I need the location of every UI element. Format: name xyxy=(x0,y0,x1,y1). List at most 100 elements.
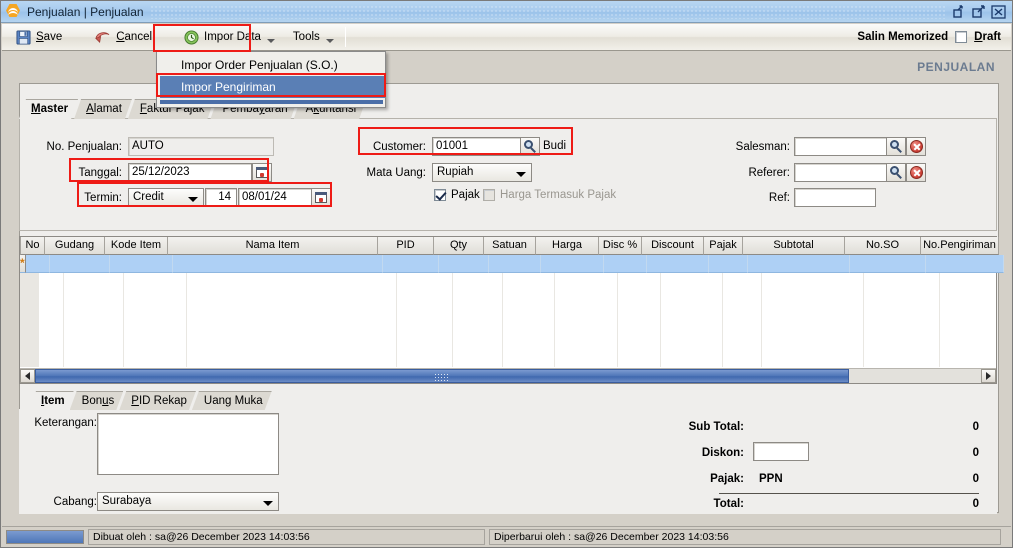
grid-header-pajak[interactable]: Pajak xyxy=(704,237,743,255)
grid-cell[interactable] xyxy=(49,255,110,273)
toolbar-divider xyxy=(344,27,346,47)
harga-termasuk-pajak-group: Harga Termasuk Pajak xyxy=(483,189,616,201)
grid-cell[interactable] xyxy=(488,255,541,273)
grid-horizontal-scrollbar[interactable] xyxy=(20,368,996,383)
grid-header-no-so[interactable]: No.SO xyxy=(845,237,921,255)
scrollbar-thumb[interactable] xyxy=(35,369,849,383)
status-indicator xyxy=(6,529,84,544)
grid-cell[interactable] xyxy=(708,255,748,273)
salin-memorized-label[interactable]: Salin Memorized xyxy=(857,31,948,43)
termin-calendar-button[interactable] xyxy=(311,188,331,207)
cancel-button[interactable]: Cancel xyxy=(86,25,160,50)
grid-header-row: No Gudang Kode Item Nama Item PID Qty Satuan Ha… xyxy=(20,237,999,255)
tanggal-calendar-button[interactable] xyxy=(252,163,272,182)
grid-header-pid[interactable]: PID xyxy=(378,237,434,255)
search-icon xyxy=(889,140,903,153)
grid-cell[interactable] xyxy=(540,255,604,273)
tab-pid-rekap[interactable]: PID Rekap xyxy=(119,391,196,410)
grid-header-disc-[interactable]: Disc % xyxy=(599,237,642,255)
grid-cell[interactable] xyxy=(382,255,439,273)
menu-item-impor-order-penjualan[interactable]: Impor Order Penjualan (S.O.) xyxy=(157,54,385,76)
grid-header-kode-item[interactable]: Kode Item xyxy=(105,237,168,255)
salesman-lookup-button[interactable] xyxy=(886,137,906,156)
tab-bonus[interactable]: Bonus xyxy=(70,391,124,410)
grid-header-nama-item[interactable]: Nama Item xyxy=(168,237,378,255)
scroll-right-button[interactable] xyxy=(981,369,996,383)
pajak-type: PPN xyxy=(759,473,783,485)
penjualan-window: Penjualan | Penjualan Save Cancel Impor … xyxy=(0,0,1013,548)
salesman-label: Salesman: xyxy=(735,141,790,153)
impor-data-menu[interactable]: Impor Order Penjualan (S.O.) Impor Pengi… xyxy=(156,51,386,108)
tanggal-field[interactable]: 25/12/2023 xyxy=(128,163,252,182)
mata-uang-select[interactable]: Rupiah xyxy=(432,163,532,182)
draft-checkbox[interactable] xyxy=(955,31,968,43)
grid-column-divider xyxy=(396,273,397,367)
pajak-checkbox-group[interactable]: Pajak xyxy=(434,189,480,201)
pajak-checkbox[interactable] xyxy=(434,189,446,201)
grid-cell[interactable] xyxy=(925,255,1004,273)
impor-data-button[interactable]: Impor Data xyxy=(176,25,283,50)
grid-empty-body[interactable] xyxy=(20,273,996,367)
maximize-icon[interactable] xyxy=(972,4,987,19)
grid-cell[interactable] xyxy=(849,255,926,273)
scroll-left-button[interactable] xyxy=(20,369,35,383)
close-icon[interactable] xyxy=(991,4,1006,19)
window-title: Penjualan | Penjualan xyxy=(27,4,144,19)
salesman-field[interactable] xyxy=(794,137,890,156)
customer-code-field[interactable]: 01001 xyxy=(432,137,524,156)
termin-select[interactable]: Credit xyxy=(128,188,204,207)
tanggal-label: Tanggal: xyxy=(78,167,122,179)
calendar-icon xyxy=(315,192,327,203)
cabang-select[interactable]: Surabaya xyxy=(97,492,279,511)
grid-column-divider xyxy=(123,273,124,367)
grid-header-discount[interactable]: Discount xyxy=(642,237,704,255)
tools-label: Tools xyxy=(292,31,320,43)
grid-cell[interactable] xyxy=(438,255,489,273)
termin-days-field[interactable]: 14 xyxy=(205,188,237,207)
ref-field[interactable] xyxy=(794,188,876,207)
grid-header-gudang[interactable]: Gudang xyxy=(45,237,105,255)
grid-column-divider xyxy=(554,273,555,367)
tab-uang-muka[interactable]: Uang Muka xyxy=(192,391,272,410)
grid-column-divider xyxy=(863,273,864,367)
referer-clear-button[interactable] xyxy=(906,163,926,182)
salesman-clear-button[interactable] xyxy=(906,137,926,156)
referer-field[interactable] xyxy=(794,163,890,182)
referer-lookup-button[interactable] xyxy=(886,163,906,182)
pajak-summary-label: Pajak: xyxy=(710,473,744,485)
diskon-input[interactable] xyxy=(753,442,809,461)
grid-header-qty[interactable]: Qty xyxy=(434,237,484,255)
grid-header-subtotal[interactable]: Subtotal xyxy=(743,237,845,255)
grid-cell[interactable] xyxy=(25,255,50,273)
grid-header-harga[interactable]: Harga xyxy=(536,237,599,255)
scrollbar-track[interactable] xyxy=(35,369,981,383)
grid-header-no-pengiriman[interactable]: No.Pengiriman xyxy=(921,237,999,255)
tab-alamat[interactable]: Alamat xyxy=(74,99,132,119)
impor-data-label: Impor Data xyxy=(204,31,261,43)
tools-button[interactable]: Tools xyxy=(285,25,342,50)
harga-termasuk-pajak-label: Harga Termasuk Pajak xyxy=(500,189,617,201)
grid-cell[interactable] xyxy=(603,255,647,273)
grid-column-divider xyxy=(617,273,618,367)
tab-master[interactable]: Master xyxy=(19,99,78,119)
keterangan-textarea[interactable] xyxy=(97,413,279,475)
customer-label: Customer: xyxy=(372,141,426,153)
grid-cell[interactable] xyxy=(109,255,173,273)
totals-divider xyxy=(719,493,979,494)
grid-column-divider xyxy=(186,273,187,367)
mata-uang-label: Mata Uang: xyxy=(366,167,426,179)
customer-lookup-button[interactable] xyxy=(520,137,540,156)
grid-header-no[interactable]: No xyxy=(21,237,45,255)
page-title: PENJUALAN xyxy=(917,60,995,74)
grid-header-satuan[interactable]: Satuan xyxy=(484,237,536,255)
grid-cell[interactable] xyxy=(172,255,383,273)
tab-item[interactable]: Item xyxy=(29,391,74,410)
grid-new-row[interactable]: * xyxy=(20,255,1004,273)
menu-item-impor-pengiriman[interactable]: Impor Pengiriman xyxy=(157,76,385,98)
grid-cell[interactable] xyxy=(747,255,850,273)
save-button[interactable]: Save xyxy=(8,25,70,50)
restore-icon[interactable] xyxy=(953,4,968,19)
no-penjualan-field[interactable]: AUTO xyxy=(128,137,274,156)
grid-cell[interactable] xyxy=(646,255,709,273)
total-label: Total: xyxy=(713,498,744,510)
